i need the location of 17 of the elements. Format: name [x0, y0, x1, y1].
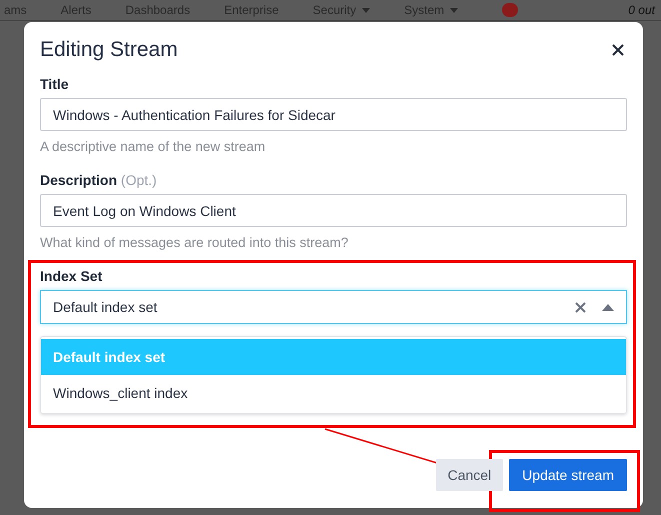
- caret-up-icon[interactable]: [602, 304, 614, 310]
- field-label: Title: [40, 76, 70, 92]
- user-label: 0 out: [628, 3, 655, 17]
- text-field[interactable]: Windows - Authentication Failures for Sidecar: [40, 98, 627, 131]
- cancel-button[interactable]: Cancel: [436, 459, 504, 491]
- update-button[interactable]: Update stream: [509, 459, 627, 491]
- help-text: What kind of messages are routed into this stream?: [40, 235, 350, 250]
- notification-badge: [502, 3, 518, 17]
- index-set-select[interactable]: Default index set: [40, 290, 627, 324]
- dialog-title: Editing Stream: [40, 38, 178, 62]
- text-field[interactable]: Event Log on Windows Client: [40, 194, 627, 227]
- field-label: Index Set: [40, 268, 104, 284]
- clear-icon[interactable]: [575, 302, 586, 312]
- dropdown-option[interactable]: Windows_client index: [41, 375, 626, 411]
- help-text: A descriptive name of the new stream: [40, 139, 266, 154]
- dropdown-option[interactable]: Default index set: [41, 339, 626, 375]
- field-label: Description (Opt.): [40, 172, 158, 188]
